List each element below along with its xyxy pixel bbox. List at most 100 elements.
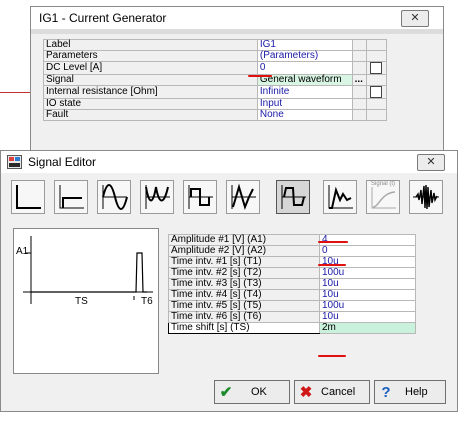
parameter-label: Time intv. #6 [s] (T6) bbox=[168, 311, 320, 323]
help-button[interactable]: ? Help bbox=[374, 380, 446, 404]
parameter-value[interactable]: 10u bbox=[319, 289, 416, 301]
property-value[interactable]: 0 bbox=[256, 61, 353, 75]
properties-table: Label IG1 Parameters (Parameters) DC Level [… bbox=[43, 39, 388, 121]
property-row[interactable]: Label IG1 bbox=[43, 39, 388, 51]
help-question-icon: ? bbox=[381, 383, 391, 401]
property-label: Internal resistance [Ohm] bbox=[43, 85, 258, 99]
parameter-row[interactable]: Time intv. #6 [s] (T6) 10u bbox=[168, 311, 416, 323]
signal-file-label: Signal (t) bbox=[371, 181, 396, 187]
properties-window-frame bbox=[31, 29, 443, 34]
parameter-row[interactable]: Time intv. #4 [s] (T4) 10u bbox=[168, 289, 416, 301]
cancel-button[interactable]: ✖ Cancel bbox=[294, 380, 370, 404]
square-waveform-icon bbox=[188, 185, 213, 209]
property-ellipsis-cell bbox=[351, 61, 367, 75]
properties-close-button[interactable]: ✕ bbox=[401, 10, 429, 27]
checkmark-icon: ✔ bbox=[219, 384, 233, 401]
property-row[interactable]: Parameters (Parameters) bbox=[43, 50, 388, 62]
parameter-value[interactable]: 100u bbox=[319, 300, 416, 312]
property-label: Fault bbox=[43, 109, 258, 121]
property-checkbox-cell bbox=[365, 85, 388, 99]
signal-editor-app-icon bbox=[7, 155, 22, 169]
ramp-waveform-button[interactable] bbox=[54, 180, 88, 214]
parameter-row[interactable]: Time intv. #2 [s] (T2) 100u bbox=[168, 267, 416, 279]
property-label: IO state bbox=[43, 98, 258, 110]
parameter-row[interactable]: Amplitude #1 [V] (A1) 4 bbox=[168, 234, 416, 246]
properties-titlebar: IG1 - Current Generator ✕ bbox=[31, 7, 443, 29]
step-waveform-button[interactable] bbox=[11, 180, 45, 214]
noise-burst-waveform-button[interactable] bbox=[409, 180, 443, 214]
property-ellipsis-cell bbox=[351, 39, 367, 51]
parameter-value[interactable]: 2m bbox=[319, 322, 416, 334]
rectified-sine-icon bbox=[145, 185, 170, 209]
signal-file-waveform-button[interactable]: Signal (t) bbox=[366, 180, 400, 214]
property-value[interactable]: Infinite bbox=[256, 85, 353, 99]
parameter-label: Time shift [s] (TS) bbox=[168, 322, 320, 334]
parameter-value[interactable]: 4 bbox=[319, 234, 416, 246]
properties-window-title: IG1 - Current Generator bbox=[39, 11, 167, 25]
property-ellipsis-button[interactable]: ... bbox=[355, 74, 363, 85]
property-checkbox-cell bbox=[365, 50, 388, 62]
annotation-underline-amplitude-2 bbox=[318, 264, 346, 266]
annotation-underline-time-shift bbox=[318, 355, 346, 357]
current-generator-window: IG1 - Current Generator ✕ Label IG1 Parame… bbox=[30, 6, 444, 166]
property-checkbox-cell bbox=[365, 98, 388, 110]
property-label: Signal bbox=[43, 74, 258, 86]
signal-editor-close-button[interactable]: ✕ bbox=[417, 154, 445, 171]
sine-waveform-icon bbox=[102, 184, 128, 210]
triangle-sawtooth-waveform-button[interactable] bbox=[226, 180, 260, 214]
property-checkbox-cell bbox=[365, 109, 388, 121]
property-ellipsis-cell bbox=[351, 85, 367, 99]
ok-button-label: OK bbox=[251, 386, 267, 398]
parameter-value[interactable]: 100u bbox=[319, 267, 416, 279]
square-waveform-button[interactable] bbox=[183, 180, 217, 214]
parameter-label: Time intv. #5 [s] (T5) bbox=[168, 300, 320, 312]
property-label: DC Level [A] bbox=[43, 61, 258, 75]
property-row[interactable]: Internal resistance [Ohm] Infinite bbox=[43, 85, 388, 99]
parameter-value[interactable]: 0 bbox=[319, 245, 416, 257]
parameter-row[interactable]: Time shift [s] (TS) 2m bbox=[168, 322, 416, 334]
sine-waveform-button[interactable] bbox=[97, 180, 131, 214]
parameter-value[interactable]: 10u bbox=[319, 311, 416, 323]
parameter-label: Amplitude #1 [V] (A1) bbox=[168, 234, 320, 246]
general-pulse-waveform-button[interactable] bbox=[276, 180, 310, 214]
ok-button[interactable]: ✔ OK bbox=[214, 380, 290, 404]
parameter-row[interactable]: Amplitude #2 [V] (A2) 0 bbox=[168, 245, 416, 257]
parameter-value[interactable]: 10u bbox=[319, 278, 416, 290]
property-row[interactable]: Fault None bbox=[43, 109, 388, 121]
cancel-button-label: Cancel bbox=[321, 386, 356, 398]
property-label: Label bbox=[43, 39, 258, 51]
parameter-label: Time intv. #3 [s] (T3) bbox=[168, 278, 320, 290]
property-checkbox[interactable] bbox=[370, 62, 383, 74]
parameter-label: Time intv. #2 [s] (T2) bbox=[168, 267, 320, 279]
property-checkbox-cell bbox=[365, 61, 388, 75]
help-button-label: Help bbox=[405, 386, 428, 398]
property-ellipsis-cell bbox=[351, 98, 367, 110]
property-row[interactable]: Signal General waveform... bbox=[43, 74, 388, 86]
parameter-row[interactable]: Time intv. #3 [s] (T3) 10u bbox=[168, 278, 416, 290]
property-row[interactable]: DC Level [A] 0 bbox=[43, 61, 388, 75]
parameter-label: Time intv. #4 [s] (T4) bbox=[168, 289, 320, 301]
parameter-row[interactable]: Time intv. #5 [s] (T5) 100u bbox=[168, 300, 416, 312]
damped-waveform-button[interactable] bbox=[323, 180, 357, 214]
property-value[interactable]: None bbox=[256, 109, 353, 121]
annotation-underline-dc-level bbox=[248, 75, 272, 77]
annotation-underline-amplitude-1 bbox=[318, 241, 348, 243]
signal-parameters-table: Amplitude #1 [V] (A1) 4 Amplitude #2 [V] (… bbox=[168, 234, 416, 334]
property-value[interactable]: Input bbox=[256, 98, 353, 110]
preview-y-label: A1 bbox=[16, 246, 29, 257]
property-ellipsis-cell bbox=[351, 109, 367, 121]
parameter-row[interactable]: Time intv. #1 [s] (T1) 10u bbox=[168, 256, 416, 268]
property-value[interactable]: IG1 bbox=[256, 39, 353, 51]
property-checkbox-cell bbox=[365, 39, 388, 51]
property-value[interactable]: (Parameters) bbox=[256, 50, 353, 62]
signal-editor-title: Signal Editor bbox=[28, 155, 97, 169]
property-checkbox[interactable] bbox=[370, 86, 383, 98]
property-label: Parameters bbox=[43, 50, 258, 62]
parameter-label: Time intv. #1 [s] (T1) bbox=[168, 256, 320, 268]
parameter-label: Amplitude #2 [V] (A2) bbox=[168, 245, 320, 257]
property-ellipsis-cell bbox=[351, 50, 367, 62]
full-wave-rectified-button[interactable] bbox=[140, 180, 174, 214]
property-row[interactable]: IO state Input bbox=[43, 98, 388, 110]
general-pulse-icon bbox=[281, 185, 306, 209]
step-waveform-icon bbox=[16, 185, 41, 209]
